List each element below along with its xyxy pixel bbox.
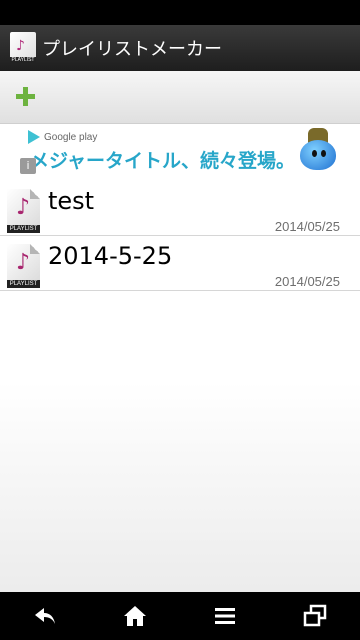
playlist-date: 2014/05/25	[274, 219, 340, 234]
playlist-name: test	[48, 187, 95, 215]
playlist-date: 2014/05/25	[274, 274, 340, 289]
google-play-icon	[28, 130, 40, 144]
ad-headline: メジャータイトル、続々登場。	[30, 150, 296, 172]
recent-apps-button[interactable]	[285, 596, 345, 636]
app-logo-icon: ♪ PLAYLIST	[10, 32, 36, 64]
ad-banner[interactable]: Google play メジャータイトル、続々登場。 i	[20, 124, 340, 174]
back-button[interactable]	[15, 596, 75, 636]
playlist-file-icon: ♪ PLAYLIST	[7, 244, 40, 288]
home-icon	[124, 606, 146, 626]
home-button[interactable]	[105, 596, 165, 636]
playlist-item[interactable]: ♪ PLAYLIST test 2014/05/25	[0, 181, 360, 236]
playlist-list: ♪ PLAYLIST test 2014/05/25 ♪ PLAYLIST 20…	[0, 181, 360, 291]
action-toolbar	[0, 71, 360, 124]
app-title: プレイリストメーカー	[42, 39, 222, 60]
add-playlist-button[interactable]	[10, 82, 40, 112]
menu-icon	[215, 608, 235, 624]
slime-character-icon	[298, 126, 338, 172]
google-play-badge: Google play	[28, 130, 97, 144]
playlist-name: 2014-5-25	[48, 242, 173, 270]
playlist-file-icon: ♪ PLAYLIST	[7, 189, 40, 233]
status-bar	[0, 0, 360, 25]
title-bar: ♪ PLAYLIST プレイリストメーカー	[0, 25, 360, 71]
system-nav-bar	[0, 592, 360, 640]
playlist-item[interactable]: ♪ PLAYLIST 2014-5-25 2014/05/25	[0, 236, 360, 291]
back-icon	[35, 608, 55, 624]
menu-button[interactable]	[195, 596, 255, 636]
ad-info-icon[interactable]: i	[20, 158, 36, 174]
recent-apps-icon	[303, 604, 327, 627]
